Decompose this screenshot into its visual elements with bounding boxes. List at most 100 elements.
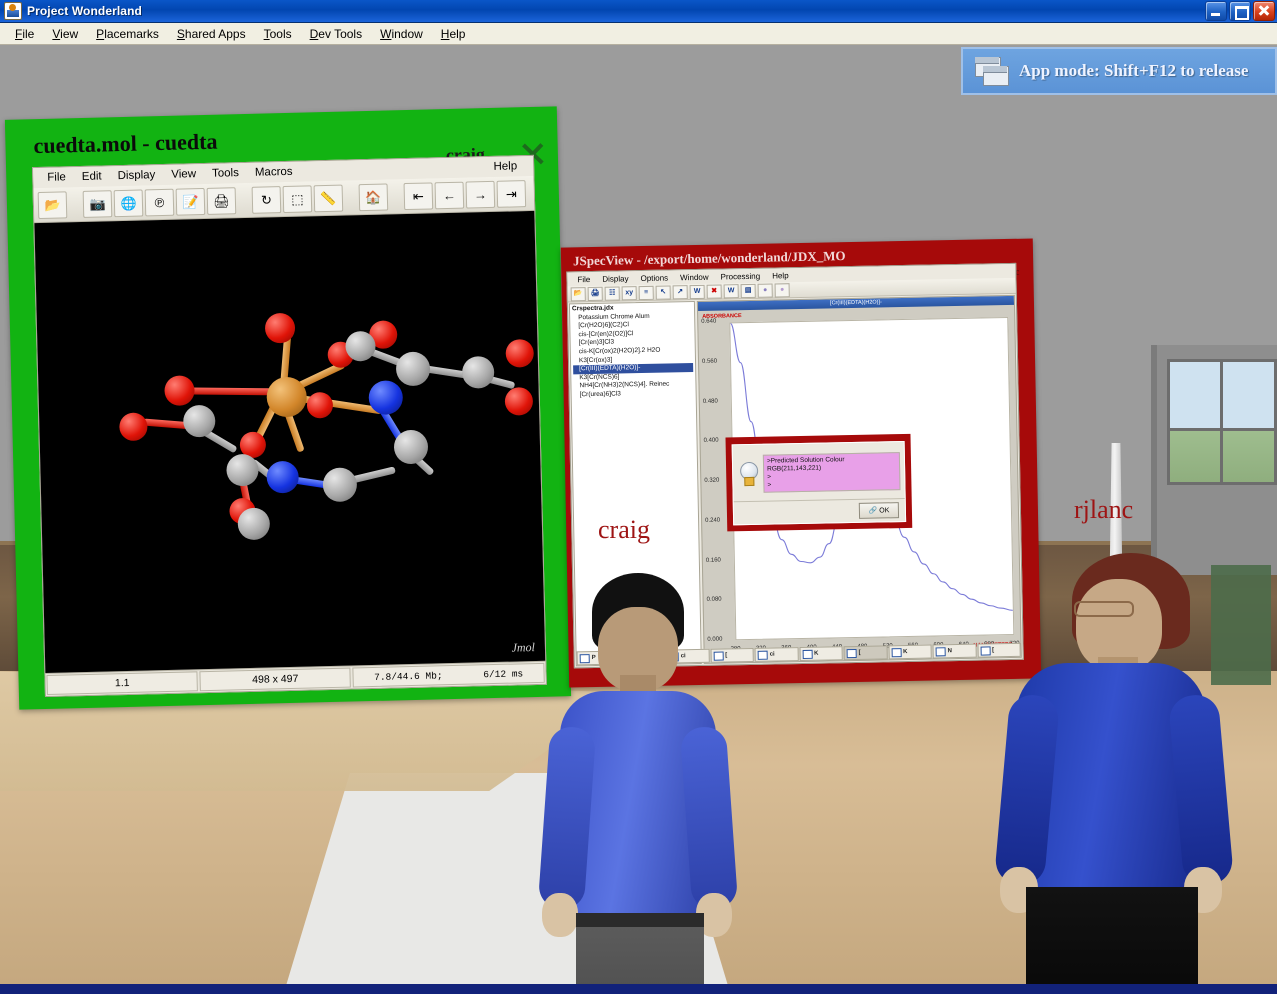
jmol-menu-macros[interactable]: Macros bbox=[247, 165, 301, 180]
menu-item-view[interactable]: View bbox=[43, 25, 87, 43]
jspecview-menu-file[interactable]: File bbox=[571, 274, 596, 284]
print-icon[interactable]: 🖨 bbox=[206, 186, 237, 215]
jmol-status-memory: 7.8/44.6 Mb; 6/12 ms bbox=[352, 662, 545, 688]
tab-spectrum-7[interactable]: K bbox=[888, 644, 932, 660]
first-frame-icon[interactable]: ⇤ bbox=[403, 181, 434, 210]
properties-icon[interactable]: ▤ bbox=[740, 283, 756, 298]
home-view-icon[interactable]: 🏠 bbox=[358, 183, 389, 211]
prev-frame-icon[interactable]: ← bbox=[434, 181, 465, 209]
jmol-menu-view[interactable]: View bbox=[163, 167, 204, 182]
open-file-icon[interactable]: 📂 bbox=[570, 286, 586, 301]
jspecview-menu-help[interactable]: Help bbox=[766, 271, 795, 281]
close-button[interactable] bbox=[1253, 1, 1275, 21]
windows-stack-icon bbox=[975, 57, 1009, 86]
avatar-belt bbox=[576, 913, 704, 927]
window-icon bbox=[802, 649, 813, 659]
coordinates-icon[interactable]: xy bbox=[621, 285, 637, 300]
atom-carbon bbox=[393, 429, 429, 465]
minimize-button[interactable] bbox=[1205, 1, 1227, 21]
atom-oxygen bbox=[505, 338, 535, 368]
menu-item-dev-tools[interactable]: Dev Tools bbox=[301, 25, 371, 43]
export-web-globe-icon[interactable]: 🌐 bbox=[113, 188, 144, 217]
atom-carbon bbox=[237, 507, 271, 541]
window-icon bbox=[757, 650, 768, 660]
jmol-menu-file[interactable]: File bbox=[39, 170, 74, 185]
open-file-icon[interactable]: 📂 bbox=[37, 190, 68, 219]
menu-bar: File View Placemarks Shared Apps Tools D… bbox=[0, 23, 1277, 45]
atom-oxygen bbox=[306, 391, 334, 419]
3d-world-viewport[interactable]: App mode: Shift+F12 to release cuedta.mo… bbox=[0, 45, 1277, 984]
predicted-colour-dialog[interactable]: >Predicted Solution Colour RGB(211,143,2… bbox=[725, 433, 913, 532]
ok-button[interactable]: 🔗 OK bbox=[858, 502, 900, 519]
maximize-button[interactable] bbox=[1229, 1, 1251, 21]
rotate-mode-icon[interactable]: ↻ bbox=[251, 185, 282, 214]
write-file-icon[interactable]: 📝 bbox=[175, 187, 206, 216]
menu-item-help[interactable]: Help bbox=[432, 25, 475, 43]
select-mode-icon[interactable]: ⬚ bbox=[282, 184, 313, 213]
atom-carbon bbox=[345, 330, 376, 362]
app-mode-banner-label: App mode: Shift+F12 to release bbox=[1019, 61, 1249, 80]
next-frame-icon[interactable]: → bbox=[465, 180, 496, 209]
jmol-molecule-canvas[interactable]: Jmol bbox=[34, 210, 546, 674]
window-icon bbox=[935, 646, 946, 656]
jmol-menu-display[interactable]: Display bbox=[109, 168, 163, 183]
next-zoom-icon[interactable]: ↗ bbox=[672, 284, 688, 299]
measure-mode-icon[interactable]: 📏 bbox=[313, 184, 344, 212]
jspecview-menu-display[interactable]: Display bbox=[596, 274, 634, 284]
tab-spectrum-6-active[interactable]: [ bbox=[843, 645, 888, 661]
window-icon bbox=[846, 648, 857, 658]
avatar-left-hand bbox=[542, 893, 578, 937]
screenshot-camera-icon[interactable]: 📷 bbox=[82, 189, 113, 218]
jmol-menu-tools[interactable]: Tools bbox=[204, 166, 247, 181]
menu-item-placemarks[interactable]: Placemarks bbox=[87, 25, 168, 43]
app-mode-banner: App mode: Shift+F12 to release bbox=[961, 47, 1277, 95]
avatar-name-label: craig bbox=[598, 515, 650, 544]
tab-label: [ bbox=[858, 649, 861, 656]
jmol-menu-help[interactable]: Help bbox=[485, 159, 525, 174]
ok-button-label: OK bbox=[879, 506, 890, 515]
avatar-craig[interactable]: craig bbox=[520, 515, 750, 984]
previous-zoom-icon[interactable]: ↖ bbox=[655, 284, 671, 300]
solution-colour-icon[interactable]: ● bbox=[757, 283, 773, 298]
jmol-menu-edit[interactable]: Edit bbox=[74, 169, 110, 184]
scale-toggle-icon[interactable]: ≡ bbox=[638, 285, 654, 300]
window-icon bbox=[891, 647, 902, 657]
menu-item-file[interactable]: File bbox=[6, 25, 43, 43]
atom-oxygen bbox=[119, 412, 148, 442]
avatar-rjlanc[interactable]: rjlanc bbox=[990, 495, 1260, 984]
atom-carbon bbox=[322, 467, 358, 503]
clear-zoom-icon[interactable]: ✖ bbox=[706, 283, 722, 299]
tab-spectrum-8[interactable]: N bbox=[932, 643, 977, 659]
atom-oxygen bbox=[164, 375, 195, 407]
list-item[interactable]: [Cr(urea)6]Cl3 bbox=[574, 389, 694, 400]
povray-render-icon[interactable]: ℗ bbox=[144, 188, 175, 216]
window-controls bbox=[1205, 1, 1275, 21]
menu-item-window[interactable]: Window bbox=[371, 25, 432, 43]
tab-label: K bbox=[814, 650, 819, 657]
grid-toggle-icon[interactable]: ☷ bbox=[604, 285, 620, 301]
plot-internal-titlebar: [Cr(III)(EDTA)(H2O)]- bbox=[697, 295, 1015, 311]
jspecview-menu-window[interactable]: Window bbox=[674, 272, 715, 282]
jmol-status-version: 1.1 bbox=[46, 671, 199, 695]
reset-zoom-icon[interactable]: W bbox=[689, 284, 705, 299]
last-frame-icon[interactable]: ⇥ bbox=[496, 179, 527, 208]
overlay-icon[interactable]: W bbox=[723, 283, 739, 298]
plot-internal-title: [Cr(III)(EDTA)(H2O)]- bbox=[829, 299, 882, 307]
print-icon[interactable]: 🖨 bbox=[587, 286, 603, 301]
dialog-content: >Predicted Solution Colour RGB(211,143,2… bbox=[733, 442, 905, 501]
window-icon bbox=[980, 645, 991, 656]
tab-label: N bbox=[947, 648, 953, 655]
predicted-colour-icon[interactable]: ● bbox=[774, 282, 790, 297]
atom-oxygen bbox=[504, 387, 534, 416]
tab-spectrum-5[interactable]: K bbox=[799, 646, 843, 662]
jspecview-menu-processing[interactable]: Processing bbox=[714, 271, 766, 281]
menu-item-tools[interactable]: Tools bbox=[255, 25, 301, 43]
jspecview-menu-options[interactable]: Options bbox=[634, 273, 674, 283]
dialog-message: >Predicted Solution Colour RGB(211,143,2… bbox=[762, 452, 901, 493]
menu-item-shared-apps[interactable]: Shared Apps bbox=[168, 25, 255, 43]
shared-app-jmol[interactable]: cuedta.mol - cuedta craig File Edit Disp… bbox=[4, 106, 572, 710]
tab-spectrum-4[interactable]: ci bbox=[754, 647, 799, 662]
tab-label: K bbox=[903, 648, 908, 656]
window-glass bbox=[1167, 359, 1277, 485]
jmol-status-timing-value: 6/12 ms bbox=[483, 667, 524, 680]
